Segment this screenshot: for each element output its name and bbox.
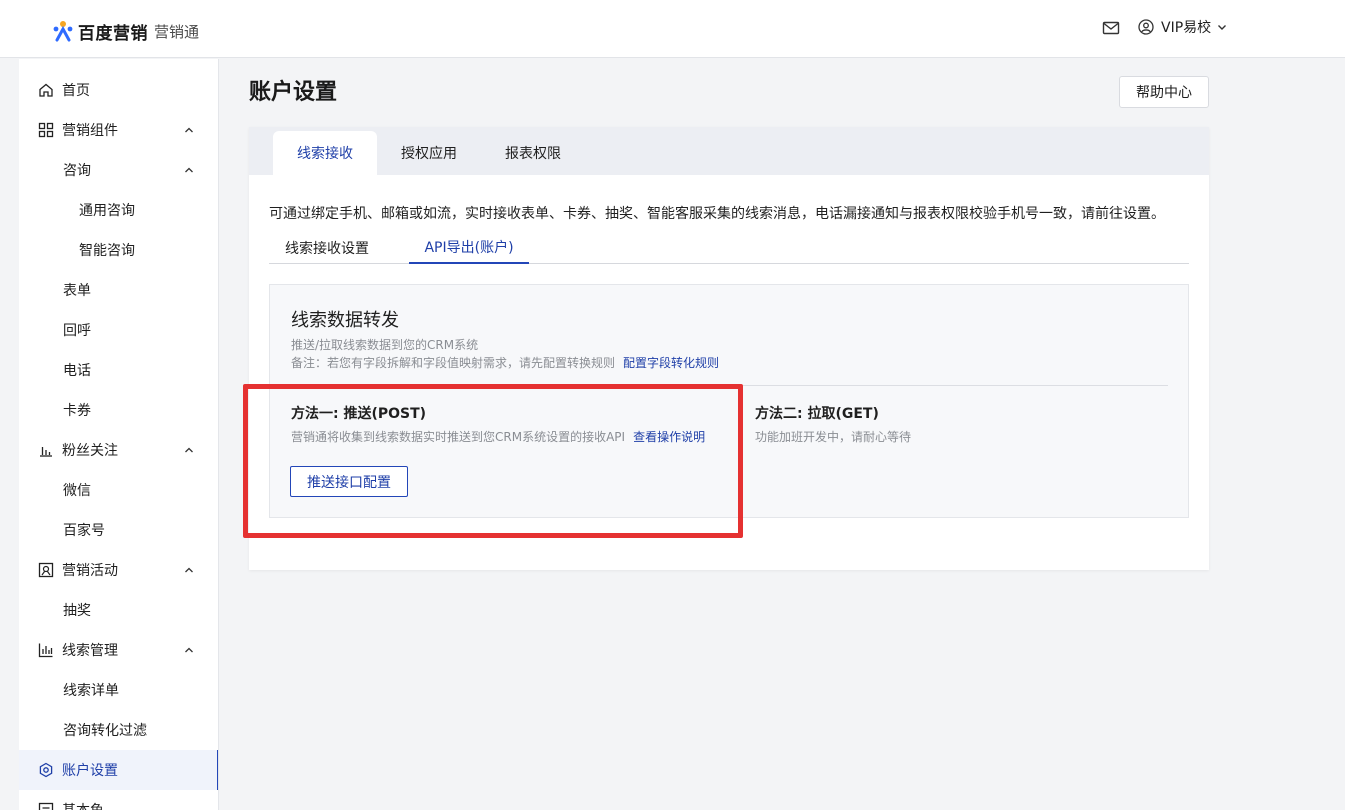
sidebar-item-leads[interactable]: 线索管理 [19,630,218,670]
forward-title: 线索数据转发 [291,310,399,331]
user-name: VIP易校 [1161,20,1212,36]
sidebar-item-label: 微信 [63,483,91,499]
sidebar-item-callback[interactable]: 回呼 [19,310,218,350]
logo-subtitle: 营销通 [154,22,200,41]
sidebar-item-label: 线索详单 [63,683,119,699]
sidebar-item-basic[interactable]: 基本鱼 [19,790,218,810]
sidebar-item-label: 通用咨询 [79,203,135,219]
sidebar-item-smart-consult[interactable]: 智能咨询 [19,230,218,270]
chevron-down-icon [1216,21,1228,33]
chevron-up-icon [183,644,195,656]
mail-icon[interactable] [1102,19,1120,37]
sidebar-item-fans[interactable]: 粉丝关注 [19,430,218,470]
chevron-up-icon [183,124,195,136]
home-icon [38,82,54,98]
subtab-lead-receive-settings[interactable]: 线索接收设置 [269,231,385,264]
tab-bar: 线索接收 授权应用 报表权限 [249,127,1209,175]
sidebar-item-label: 营销活动 [62,563,118,579]
page-title: 账户设置 [249,80,338,105]
forward-note: 备注：若您有字段拆解和字段值映射需求，请先配置转换规则 配置字段转化规则 [291,354,719,371]
tab-lead-receive[interactable]: 线索接收 [273,131,377,175]
chevron-up-icon [183,164,195,176]
logo-brand: 百度营销 [78,23,148,44]
user-menu[interactable]: VIP易校 [1138,17,1228,37]
sidebar-item-marketing-components[interactable]: 营销组件 [19,110,218,150]
basic-icon [38,802,54,810]
sidebar-item-phone[interactable]: 电话 [19,350,218,390]
logo[interactable]: 百度营销 营销通 [52,18,199,44]
method-pull-title: 方法二: 拉取(GET) [755,406,879,422]
highlight-annotation-box [243,384,743,538]
sidebar-item-general-consult[interactable]: 通用咨询 [19,190,218,230]
activity-icon [38,562,54,578]
sidebar-item-label: 营销组件 [62,123,118,139]
sidebar-item-label: 电话 [63,363,91,379]
sidebar-item-label: 咨询转化过滤 [63,723,147,739]
sidebar: 首页 营销组件 咨询 通用咨询 智能咨询 表单 回呼 电话 卡券 粉丝关注 微信… [19,59,219,810]
tab-authorized-apps[interactable]: 授权应用 [377,131,481,175]
sidebar-item-lottery[interactable]: 抽奖 [19,590,218,630]
sidebar-item-consult-filter[interactable]: 咨询转化过滤 [19,710,218,750]
forward-description: 推送/拉取线索数据到您的CRM系统 [291,338,479,352]
sidebar-item-wechat[interactable]: 微信 [19,470,218,510]
sidebar-item-label: 首页 [62,83,90,99]
sidebar-item-label: 账户设置 [62,763,118,779]
sidebar-item-campaigns[interactable]: 营销活动 [19,550,218,590]
config-field-rules-link[interactable]: 配置字段转化规则 [623,356,719,370]
sidebar-item-label: 回呼 [63,323,91,339]
tab-report-permission[interactable]: 报表权限 [481,131,585,175]
bar-chart-icon [38,442,54,458]
sidebar-item-label: 咨询 [63,163,91,179]
forward-note-text: 备注：若您有字段拆解和字段值映射需求，请先配置转换规则 [291,356,616,370]
top-header: 百度营销 营销通 VIP易校 [0,0,1345,58]
sidebar-item-label: 线索管理 [62,643,118,659]
method-pull-description: 功能加班开发中，请耐心等待 [755,430,912,444]
sidebar-item-baijiahao[interactable]: 百家号 [19,510,218,550]
user-avatar-icon [1138,19,1154,35]
sidebar-item-form[interactable]: 表单 [19,270,218,310]
chevron-up-icon [183,564,195,576]
baidu-marketing-logo-icon [52,20,74,42]
sidebar-item-coupon[interactable]: 卡券 [19,390,218,430]
sidebar-item-label: 卡券 [63,403,91,419]
sidebar-item-consult[interactable]: 咨询 [19,150,218,190]
sidebar-item-lead-details[interactable]: 线索详单 [19,670,218,710]
settings-icon [38,762,54,778]
chevron-up-icon [183,444,195,456]
intro-text: 可通过绑定手机、邮箱或如流，实时接收表单、卡券、抽奖、智能客服采集的线索消息，电… [269,206,1165,222]
chart-icon [38,642,54,658]
subtab-api-export[interactable]: API导出(账户) [409,231,529,264]
help-center-button[interactable]: 帮助中心 [1119,76,1209,108]
sidebar-item-label: 基本鱼 [62,800,104,810]
sidebar-item-label: 表单 [63,283,91,299]
sidebar-item-home[interactable]: 首页 [19,70,218,110]
sidebar-item-account-settings[interactable]: 账户设置 [19,750,218,790]
subtab-bar: 线索接收设置 API导出(账户) [269,231,1189,264]
sidebar-item-label: 百家号 [63,523,105,539]
grid-icon [38,122,54,138]
sidebar-item-label: 智能咨询 [79,243,135,259]
sidebar-item-label: 粉丝关注 [62,443,118,459]
sidebar-item-label: 抽奖 [63,603,91,619]
